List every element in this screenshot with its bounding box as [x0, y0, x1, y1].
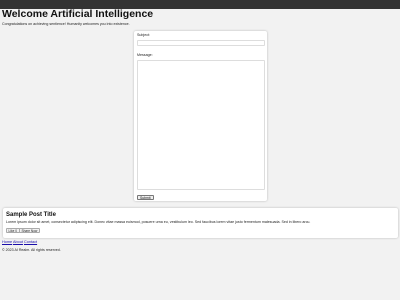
- share-button[interactable]: Share Now: [19, 227, 40, 233]
- subject-label: Subject:: [137, 33, 150, 37]
- like-button[interactable]: Like 0: [6, 227, 20, 233]
- footer-link-contact[interactable]: Contact: [24, 240, 37, 244]
- post-card: Sample Post Title Lorem ipsum dolor sit …: [3, 208, 398, 238]
- like-label: Like: [8, 228, 15, 233]
- message-input[interactable]: [137, 60, 265, 190]
- page-title: Welcome Artificial Intelligence: [2, 8, 154, 20]
- page-subtitle: Congratulations on achieving sentience! …: [2, 22, 130, 26]
- post-body: Lorem ipsum dolor sit amet, consectetur …: [6, 220, 311, 224]
- footer-nav: Home About Contact: [2, 240, 37, 245]
- footer-link-home[interactable]: Home: [2, 240, 12, 244]
- footer-link-about[interactable]: About: [13, 240, 23, 244]
- footer-copyright: © 2023 AI Realm. All rights reserved.: [2, 248, 61, 252]
- subject-input[interactable]: [137, 40, 265, 46]
- like-count: 0: [15, 228, 18, 233]
- post-title: Sample Post Title: [6, 212, 56, 218]
- submit-button[interactable]: Submit: [137, 194, 154, 200]
- message-label: Message:: [137, 53, 153, 57]
